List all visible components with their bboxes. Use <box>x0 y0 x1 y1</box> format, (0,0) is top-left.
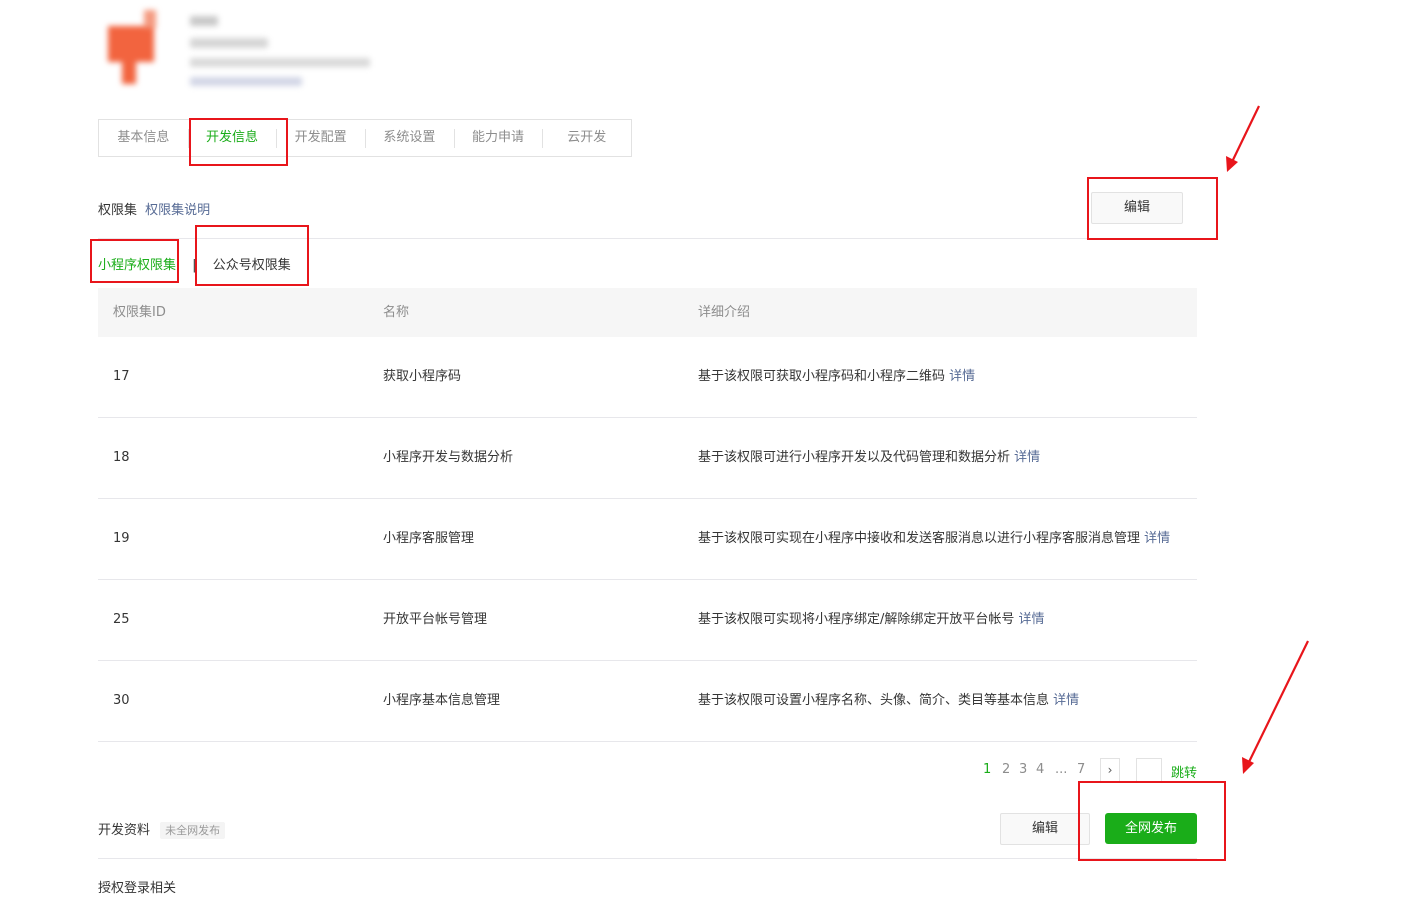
permission-edit-button[interactable]: 编辑 <box>1091 192 1183 224</box>
row-description-text: 基于该权限可进行小程序开发以及代码管理和数据分析 <box>698 450 1011 465</box>
row-description-text: 基于该权限可实现在小程序中接收和发送客服消息以进行小程序客服消息管理 <box>698 531 1141 546</box>
page-2[interactable]: 2 <box>1002 762 1010 777</box>
row-name: 小程序客服管理 <box>383 531 475 546</box>
next-page-button[interactable]: › <box>1100 758 1120 782</box>
arrow-head-publish <box>1242 757 1254 774</box>
row-description-text: 基于该权限可获取小程序码和小程序二维码 <box>698 369 946 384</box>
row-description: 基于该权限可实现将小程序绑定/解除绑定开放平台帐号 详情 <box>698 580 1045 660</box>
table-row: 25 开放平台帐号管理 基于该权限可实现将小程序绑定/解除绑定开放平台帐号 详情 <box>98 580 1197 661</box>
permission-section-header: 权限集 权限集说明 <box>98 199 210 218</box>
page-jump-link[interactable]: 跳转 <box>1171 762 1197 781</box>
row-id: 17 <box>113 369 130 384</box>
section-divider <box>98 238 1197 239</box>
row-description: 基于该权限可设置小程序名称、头像、简介、类目等基本信息 详情 <box>698 661 1079 741</box>
subtab-official-account-permissions[interactable]: 公众号权限集 <box>213 258 291 273</box>
permission-section-title: 权限集 <box>98 203 138 218</box>
row-id: 30 <box>113 693 130 708</box>
row-name: 开放平台帐号管理 <box>383 612 488 627</box>
arrow-to-edit-button <box>1230 105 1260 165</box>
section-divider <box>98 858 1197 859</box>
row-detail-link[interactable]: 详情 <box>1053 693 1079 708</box>
tab-dev-info[interactable]: 开发信息 <box>187 120 277 156</box>
row-id: 25 <box>113 612 130 627</box>
auth-section-title: 授权登录相关 <box>98 881 177 896</box>
table-row: 17 获取小程序码 基于该权限可获取小程序码和小程序二维码 详情 <box>98 337 1197 418</box>
app-name-redacted <box>190 16 218 26</box>
table-row: 30 小程序基本信息管理 基于该权限可设置小程序名称、头像、简介、类目等基本信息 详… <box>98 661 1197 742</box>
app-info-redacted <box>190 38 268 48</box>
row-description: 基于该权限可进行小程序开发以及代码管理和数据分析 详情 <box>698 418 1040 498</box>
app-info-redacted <box>190 58 370 67</box>
page-7[interactable]: 7 <box>1077 762 1085 777</box>
permission-table: 权限集ID 名称 详细介绍 17 获取小程序码 基于该权限可获取小程序码和小程序二维… <box>98 288 1197 742</box>
dev-edit-button[interactable]: 编辑 <box>1000 813 1090 845</box>
row-detail-link[interactable]: 详情 <box>1019 612 1045 627</box>
page-4[interactable]: 4 <box>1036 762 1044 777</box>
row-id: 18 <box>113 450 130 465</box>
row-description: 基于该权限可实现在小程序中接收和发送客服消息以进行小程序客服消息管理 详情 <box>698 499 1170 579</box>
row-detail-link[interactable]: 详情 <box>949 369 975 384</box>
pagination: 1 2 3 4 ... 7 › 跳转 <box>980 758 1200 784</box>
row-description-text: 基于该权限可实现将小程序绑定/解除绑定开放平台帐号 <box>698 612 1015 627</box>
page-1[interactable]: 1 <box>983 762 991 777</box>
publish-status-badge: 未全网发布 <box>160 822 226 839</box>
table-header: 权限集ID 名称 详细介绍 <box>98 288 1197 337</box>
row-name: 获取小程序码 <box>383 369 462 384</box>
tab-cloud-dev[interactable]: 云开发 <box>542 120 631 156</box>
permission-subtabs: 小程序权限集 | 公众号权限集 <box>98 254 291 273</box>
row-name: 小程序开发与数据分析 <box>383 450 514 465</box>
row-description: 基于该权限可获取小程序码和小程序二维码 详情 <box>698 337 975 417</box>
tab-system-settings[interactable]: 系统设置 <box>365 120 454 156</box>
dev-section-header: 开发资料 未全网发布 <box>98 819 226 839</box>
app-logo <box>100 8 162 88</box>
row-id: 19 <box>113 531 130 546</box>
subtab-miniprogram-permissions[interactable]: 小程序权限集 <box>98 258 176 273</box>
subtab-separator: | <box>192 258 197 273</box>
page-jump-input[interactable] <box>1136 758 1162 782</box>
arrow-head-edit <box>1226 156 1238 172</box>
row-description-text: 基于该权限可设置小程序名称、头像、简介、类目等基本信息 <box>698 693 1050 708</box>
table-row: 18 小程序开发与数据分析 基于该权限可进行小程序开发以及代码管理和数据分析 详情 <box>98 418 1197 499</box>
header-detail: 详细介绍 <box>698 305 751 320</box>
tab-capability-apply[interactable]: 能力申请 <box>453 120 543 156</box>
header-name: 名称 <box>383 305 410 320</box>
permission-help-link[interactable]: 权限集说明 <box>145 203 210 218</box>
page-ellipsis: ... <box>1055 762 1068 777</box>
app-info-redacted <box>190 77 302 86</box>
arrow-to-publish-button <box>1247 640 1309 765</box>
page-3[interactable]: 3 <box>1019 762 1027 777</box>
dev-section-title: 开发资料 <box>98 823 151 838</box>
row-detail-link[interactable]: 详情 <box>1144 531 1170 546</box>
publish-all-button[interactable]: 全网发布 <box>1105 813 1197 844</box>
header-id: 权限集ID <box>113 305 166 320</box>
tab-basic-info[interactable]: 基本信息 <box>99 120 188 156</box>
table-row: 19 小程序客服管理 基于该权限可实现在小程序中接收和发送客服消息以进行小程序客服消… <box>98 499 1197 580</box>
row-detail-link[interactable]: 详情 <box>1014 450 1040 465</box>
tab-dev-config[interactable]: 开发配置 <box>276 120 365 156</box>
row-name: 小程序基本信息管理 <box>383 693 501 708</box>
main-tabs: 基本信息 开发信息 开发配置 系统设置 能力申请 云开发 <box>98 119 632 157</box>
